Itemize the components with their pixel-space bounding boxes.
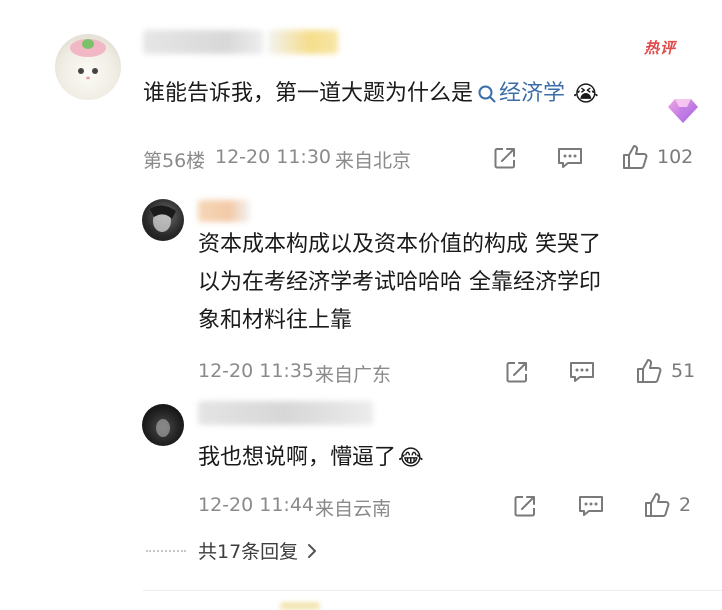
like-button[interactable]: 51	[635, 357, 695, 385]
like-button[interactable]: 102	[621, 143, 693, 171]
share-icon	[506, 362, 527, 383]
reply-time: 12-20 11:44	[198, 494, 315, 516]
hot-comment-badge: 热评	[644, 39, 677, 57]
laughing-crying-emoji: 😂	[398, 445, 424, 471]
share-icon	[494, 148, 515, 169]
share-button[interactable]	[492, 145, 518, 171]
section-divider	[143, 590, 722, 591]
avatar-reply-2[interactable]	[142, 404, 184, 446]
chevron-right-icon	[308, 543, 317, 558]
like-button[interactable]: 2	[643, 491, 691, 519]
next-comment-hint	[280, 602, 320, 610]
thumbs-up-icon	[637, 359, 662, 383]
thumbs-up-icon	[645, 493, 670, 517]
reply-text-line: 资本成本构成以及资本价值的构成 笑哭了	[198, 232, 601, 257]
crying-face-emoji: 😭	[573, 81, 599, 107]
comment-text-main: 谁能告诉我，第一道大题为什么是 经济学 😭	[143, 72, 698, 116]
like-count: 102	[657, 146, 694, 168]
avatar-main-user[interactable]	[55, 34, 121, 100]
reply-text: 我也想说啊，懵逼了 😂	[198, 440, 424, 476]
reply-text: 资本成本构成以及资本价值的构成 笑哭了 以为在考经济学考试哈哈哈 全靠经济学印 …	[198, 227, 601, 339]
reply-text-line: 以为在考经济学考试哈哈哈 全靠经济学印	[198, 270, 601, 295]
reply-text-line: 象和材料往上靠	[198, 308, 353, 333]
more-replies-divider	[146, 550, 186, 552]
share-button[interactable]	[504, 359, 530, 385]
floor-number: 第56楼	[143, 150, 206, 172]
more-replies-link[interactable]: 共17条回复	[198, 537, 318, 564]
avatar-reply-1[interactable]	[142, 199, 184, 241]
comment-icon	[579, 496, 603, 516]
username-badge-blurred	[268, 30, 338, 54]
reply-time: 12-20 11:35	[198, 360, 315, 382]
comment-button[interactable]	[556, 145, 584, 171]
username-blurred[interactable]	[198, 200, 250, 222]
like-count: 51	[671, 360, 696, 382]
share-icon	[514, 496, 535, 517]
comment-button[interactable]	[568, 359, 596, 385]
diamond-icon	[666, 95, 700, 125]
share-button[interactable]	[512, 493, 538, 519]
search-icon[interactable]	[477, 84, 497, 104]
comment-icon	[570, 362, 594, 382]
reply-text-line: 我也想说啊，懵逼了	[198, 445, 397, 470]
more-replies-label: 共17条回复	[198, 541, 299, 563]
reply-location: 来自云南	[315, 498, 392, 520]
username-blurred[interactable]	[198, 401, 373, 425]
comment-button[interactable]	[577, 493, 605, 519]
like-count: 2	[679, 494, 692, 516]
comment-text: 谁能告诉我，第一道大题为什么是	[143, 81, 474, 106]
comment-location: 来自北京	[335, 150, 412, 172]
reply-location: 来自广东	[315, 364, 392, 386]
topic-link[interactable]: 经济学	[499, 76, 565, 112]
thumbs-up-icon	[623, 145, 648, 169]
username-blurred[interactable]	[143, 30, 263, 54]
comment-icon	[558, 148, 582, 168]
comment-time: 12-20 11:30	[215, 146, 332, 168]
